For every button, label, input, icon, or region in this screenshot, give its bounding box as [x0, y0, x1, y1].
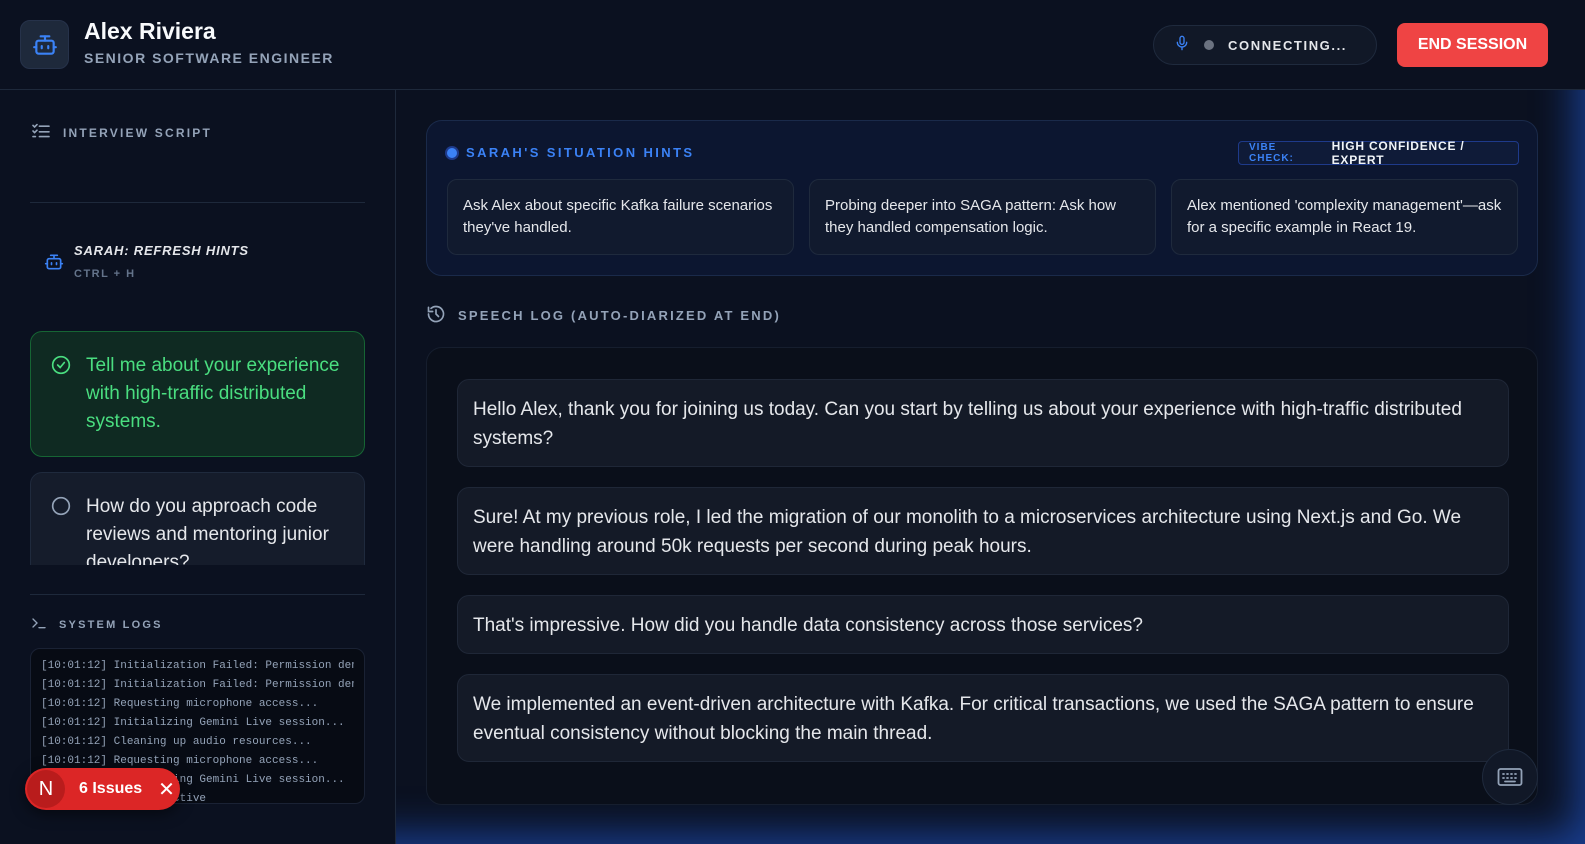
header: Alex Riviera SENIOR SOFTWARE ENGINEER CO…: [0, 0, 1585, 90]
hints-header: SARAH'S SITUATION HINTS: [447, 145, 695, 160]
question-text: Tell me about your experience with high-…: [86, 355, 340, 432]
keyboard-icon[interactable]: [1482, 749, 1538, 805]
speech-message: We implemented an event-driven architect…: [457, 674, 1509, 762]
microphone-icon[interactable]: [1174, 34, 1190, 57]
vibe-check-value: HIGH CONFIDENCE / EXPERT: [1331, 139, 1465, 167]
issues-logo: N: [27, 770, 65, 808]
hint-card[interactable]: Probing deeper into SAGA pattern: Ask ho…: [809, 179, 1156, 255]
checklist-icon: [31, 123, 51, 142]
circle-icon: [51, 496, 71, 525]
close-icon[interactable]: ✕: [158, 777, 175, 802]
connection-status: CONNECTING...: [1153, 25, 1377, 65]
issues-label: 6 Issues: [79, 780, 143, 797]
question-text: How do you approach code reviews and men…: [86, 496, 329, 565]
interview-script-title: INTERVIEW SCRIPT: [63, 125, 212, 140]
hints-title: SARAH'S SITUATION HINTS: [466, 145, 695, 160]
history-icon: [426, 304, 446, 327]
robot-icon: [20, 20, 69, 69]
refresh-hints-label: SARAH: REFRESH HINTS: [74, 243, 249, 258]
hint-dot-icon: [447, 147, 457, 158]
question-card-done[interactable]: Tell me about your experience with high-…: [30, 331, 365, 457]
log-line: [10:01:12] Initialization Failed: Permis…: [41, 679, 354, 691]
speech-message: Sure! At my previous role, I led the mig…: [457, 487, 1509, 575]
hint-card[interactable]: Ask Alex about specific Kafka failure sc…: [447, 179, 794, 255]
interview-script-header: INTERVIEW SCRIPT: [31, 123, 212, 142]
divider: [30, 202, 365, 203]
hint-card[interactable]: Alex mentioned 'complexity management'—a…: [1171, 179, 1518, 255]
end-session-button[interactable]: END SESSION: [1397, 23, 1548, 67]
situation-hints-panel: SARAH'S SITUATION HINTS VIBE CHECK: HIGH…: [426, 120, 1538, 276]
check-circle-icon: [51, 355, 71, 384]
candidate-name: Alex Riviera: [84, 18, 216, 44]
system-logs-header: SYSTEM LOGS: [31, 616, 163, 633]
refresh-hints-button[interactable]: SARAH: REFRESH HINTS CTRL + H: [44, 240, 364, 290]
system-logs-title: SYSTEM LOGS: [59, 618, 163, 631]
status-text: CONNECTING...: [1228, 37, 1348, 53]
log-line: [10:01:12] Cleaning up audio resources..…: [41, 736, 312, 748]
vibe-check-badge: VIBE CHECK: HIGH CONFIDENCE / EXPERT: [1238, 139, 1519, 167]
candidate-role: SENIOR SOFTWARE ENGINEER: [84, 50, 334, 66]
log-line: [10:01:12] Requesting microphone access.…: [41, 698, 319, 710]
terminal-icon: [31, 616, 47, 633]
speech-log-header: SPEECH LOG (AUTO-DIARIZED AT END): [426, 304, 781, 327]
sidebar: INTERVIEW SCRIPT SARAH: REFRESH HINTS CT…: [0, 90, 396, 844]
speech-message: Hello Alex, thank you for joining us tod…: [457, 379, 1509, 467]
refresh-hints-shortcut: CTRL + H: [74, 268, 136, 280]
status-dot: [1204, 40, 1214, 50]
question-list: Tell me about your experience with high-…: [30, 331, 365, 565]
divider: [30, 594, 365, 595]
speech-message: That's impressive. How did you handle da…: [457, 595, 1509, 654]
robot-icon: [44, 252, 64, 277]
question-card-todo[interactable]: How do you approach code reviews and men…: [30, 472, 365, 565]
issues-badge[interactable]: N 6 Issues ✕: [25, 768, 180, 810]
log-line: [10:01:12] Initializing Gemini Live sess…: [41, 717, 345, 729]
vibe-check-label: VIBE CHECK:: [1249, 142, 1294, 164]
speech-log-title: SPEECH LOG (AUTO-DIARIZED AT END): [458, 308, 781, 323]
log-line: [10:01:12] Initialization Failed: Permis…: [41, 660, 354, 672]
speech-log-panel: Hello Alex, thank you for joining us tod…: [426, 347, 1538, 805]
